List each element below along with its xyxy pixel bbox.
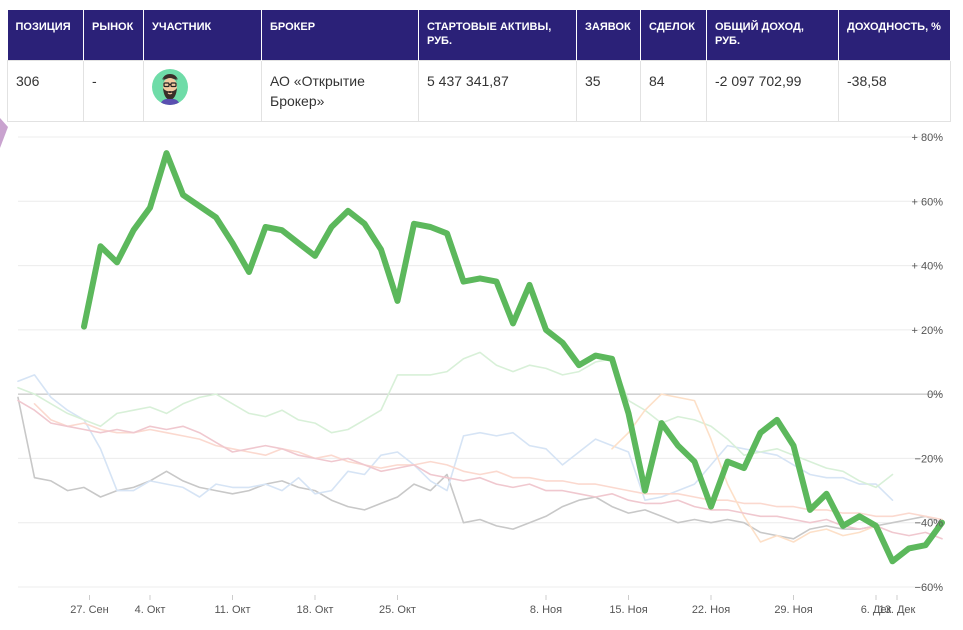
header-yield[interactable]: ДОХОДНОСТЬ, %: [838, 10, 951, 61]
x-tick-label: 18. Окт: [297, 604, 334, 616]
y-axis-ticks: + 80% + 60% + 40% + 20% 0% −20% −40% −60%: [912, 132, 944, 594]
x-axis-ticks: 27. Сен 4. Окт 11. Окт 18. Окт 25. Окт 8. Ноя…: [70, 595, 916, 616]
cell-market: -: [83, 60, 144, 122]
cell-position: 306: [7, 60, 84, 122]
cell-total-income: -2 097 702,99: [706, 60, 839, 122]
other-series-line[interactable]: [17, 396, 943, 540]
participant-series-line[interactable]: [81, 150, 945, 565]
y-tick-label: + 80%: [912, 132, 944, 144]
header-position[interactable]: ПОЗИЦИЯ: [7, 10, 84, 61]
cell-yield: -38,58: [838, 60, 951, 122]
rating-table-container: ПОЗИЦИЯ РЫНОК УЧАСТНИК БРОКЕР СТАРТОВЫЕ …: [7, 10, 951, 122]
header-broker[interactable]: БРОКЕР: [261, 10, 419, 61]
other-series-line[interactable]: [17, 399, 943, 540]
cell-start-assets: 5 437 341,87: [418, 60, 577, 122]
rating-table: ПОЗИЦИЯ РЫНОК УЧАСТНИК БРОКЕР СТАРТОВЫЕ …: [7, 10, 951, 122]
cell-deals: 84: [640, 60, 707, 122]
table-row[interactable]: 306 - АО «Открытие Брокер» 5 437 341,87 …: [7, 60, 951, 122]
other-participants-lines: [17, 351, 943, 543]
header-total-income[interactable]: ОБЩИЙ ДОХОД, РУБ.: [706, 10, 839, 61]
header-start-assets[interactable]: СТАРТОВЫЕ АКТИВЫ, РУБ.: [418, 10, 577, 61]
y-tick-label: 0%: [927, 389, 943, 401]
y-tick-label: + 40%: [912, 261, 944, 273]
x-tick-label: 13. Дек: [879, 604, 916, 616]
x-tick-label: 8. Ноя: [530, 604, 562, 616]
y-tick-label: + 20%: [912, 325, 944, 337]
header-participant[interactable]: УЧАСТНИК: [143, 10, 262, 61]
yield-chart: + 80% + 60% + 40% + 20% 0% −20% −40% −60% 27. С…: [17, 132, 945, 616]
cell-orders: 35: [576, 60, 641, 122]
x-tick-label: 4. Окт: [135, 604, 166, 616]
bearded-man-avatar-icon[interactable]: [152, 69, 188, 105]
y-tick-label: −40%: [915, 518, 944, 530]
x-tick-label: 27. Сен: [70, 604, 108, 616]
header-market[interactable]: РЫНОК: [83, 10, 144, 61]
participant-yield-line: [81, 150, 945, 565]
y-tick-label: −60%: [915, 582, 944, 594]
y-tick-label: −20%: [915, 453, 944, 465]
other-series-line[interactable]: [17, 351, 894, 489]
x-tick-label: 11. Окт: [214, 604, 250, 616]
cell-participant: [143, 60, 262, 122]
cell-broker: АО «Открытие Брокер»: [261, 60, 419, 122]
x-tick-label: 15. Ноя: [609, 604, 647, 616]
header-orders[interactable]: ЗАЯВОК: [576, 10, 641, 61]
table-header-row: ПОЗИЦИЯ РЫНОК УЧАСТНИК БРОКЕР СТАРТОВЫЕ …: [7, 10, 951, 61]
header-deals[interactable]: СДЕЛОК: [640, 10, 707, 61]
y-tick-label: + 60%: [912, 196, 944, 208]
x-tick-label: 22. Ноя: [692, 604, 730, 616]
x-tick-label: 29. Ноя: [774, 604, 812, 616]
x-tick-label: 25. Окт: [379, 604, 416, 616]
